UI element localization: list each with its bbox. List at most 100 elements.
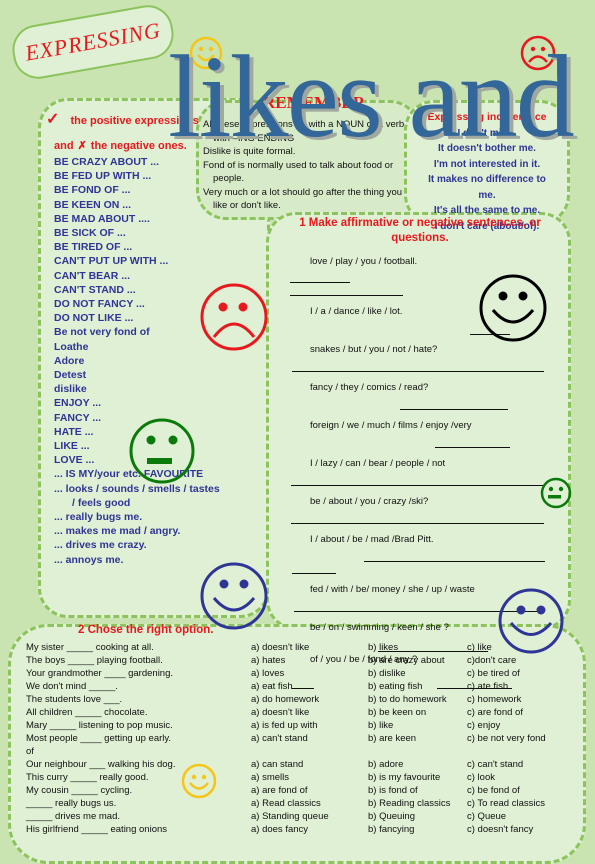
negative-heading: and ✗ the negative ones.: [54, 139, 187, 152]
option-c[interactable]: c) doesn't fancy: [467, 824, 533, 835]
option-a[interactable]: a) can stand: [251, 759, 303, 770]
ex1-item: snakes / but / you / not / hate?: [310, 344, 438, 355]
option-c[interactable]: c) look: [467, 772, 495, 783]
option-c[interactable]: c) To read classics: [467, 798, 545, 809]
option-b[interactable]: b) adore: [368, 759, 403, 770]
option-b[interactable]: b) is fond of: [368, 785, 418, 796]
indifference-line: It makes no difference to: [428, 174, 546, 185]
expression-item: ... makes me mad / angry.: [54, 525, 181, 538]
expression-item: BE FED UP WITH ...: [54, 170, 152, 183]
check-icon: ✓: [46, 111, 60, 128]
option-c[interactable]: c) homework: [467, 694, 521, 705]
option-b[interactable]: b) to do homework: [368, 694, 447, 705]
remember-line: Very much or a lot should go after the t…: [203, 186, 403, 198]
expression-list: BE CRAZY ABOUT ... BE FED UP WITH ... BE F…: [54, 155, 220, 567]
expression-item: BE SICK OF ...: [54, 227, 126, 240]
ex1-item: fed / with / be/ money / she / up / wast…: [310, 584, 475, 595]
question-text: _____ really bugs us.: [26, 798, 117, 809]
option-b[interactable]: b) be keen on: [368, 707, 426, 718]
answer-line[interactable]: [435, 447, 510, 448]
question-text: We don't mind _____.: [26, 681, 118, 692]
ex1-item: I / lazy / can / bear / people / not: [310, 458, 446, 469]
question-text: Mary _____ listening to pop music.: [26, 720, 173, 731]
strike-line: [378, 651, 488, 652]
option-a[interactable]: a) doesn't like: [251, 707, 309, 718]
expression-item: Loathe: [54, 340, 89, 353]
option-a[interactable]: a) are fond of: [251, 785, 308, 796]
question-text: My cousin _____ cycling.: [26, 785, 133, 796]
remember-line: like or don't like.: [213, 200, 281, 211]
big-title: likes and: [168, 31, 575, 162]
remember-line: people.: [213, 173, 245, 184]
expression-item: DO NOT LIKE ...: [54, 312, 134, 325]
option-a[interactable]: a) is fed up with: [251, 720, 318, 731]
option-b[interactable]: b) fancying: [368, 824, 414, 835]
ex1-item: be / about / you / crazy /ski?: [310, 496, 429, 507]
option-b[interactable]: b) is my favourite: [368, 772, 440, 783]
option-c[interactable]: c) be fond of: [467, 785, 520, 796]
question-text: _____ drives me mad.: [26, 811, 120, 822]
option-a[interactable]: a) eat fish: [251, 681, 293, 692]
expression-item: CAN'T STAND ...: [54, 283, 136, 296]
option-c[interactable]: c) can't stand: [467, 759, 523, 770]
exercise2-heading: 2 Chose the right option.: [78, 624, 214, 636]
question-text: Our neighbour ___ walking his dog.: [26, 759, 176, 770]
option-c[interactable]: c) be not very fond: [467, 733, 546, 744]
option-a[interactable]: a) do homework: [251, 694, 319, 705]
option-a[interactable]: a) Standing queue: [251, 811, 329, 822]
question-text: His girlfriend _____ eating onions: [26, 824, 168, 835]
black-smiley-icon: [479, 274, 547, 342]
expression-item: ... really bugs me.: [54, 511, 143, 524]
answer-line[interactable]: [400, 409, 508, 410]
question-text: Your grandmother ____ gardening.: [26, 668, 174, 679]
option-b[interactable]: b) like: [368, 720, 393, 731]
option-a[interactable]: a) doesn't like: [251, 642, 309, 653]
question-text: Most people ____ getting up early.: [26, 733, 172, 744]
yellow-smiley-bottom-icon: [181, 763, 217, 799]
option-c[interactable]: c) enjoy: [467, 720, 500, 731]
title-pill: EXPRESSING: [8, 1, 178, 83]
option-b[interactable]: b) Reading classics: [368, 798, 450, 809]
expression-item: BE KEEN ON ...: [54, 198, 132, 211]
cross-icon: ✗: [77, 140, 87, 152]
option-b[interactable]: b) are keen: [368, 733, 416, 744]
option-a[interactable]: a) does fancy: [251, 824, 308, 835]
option-c[interactable]: c) Queue: [467, 811, 506, 822]
expression-item: ... annoys me.: [54, 553, 124, 566]
question-text: All children _____ chocolate.: [26, 707, 148, 718]
expression-item: DO NOT FANCY ...: [54, 298, 145, 311]
answer-line[interactable]: [290, 295, 403, 296]
option-a[interactable]: a) smells: [251, 772, 289, 783]
option-b[interactable]: b) dislike: [368, 668, 406, 679]
answer-line[interactable]: [292, 573, 336, 574]
question-text: of: [26, 746, 34, 757]
option-a[interactable]: a) Read classics: [251, 798, 321, 809]
question-text: This curry _____ really good.: [26, 772, 149, 783]
negative-prefix: and: [54, 140, 74, 152]
option-c[interactable]: c)don't care: [467, 655, 516, 666]
answer-line[interactable]: [291, 523, 544, 524]
question-text: The students love ___.: [26, 694, 123, 705]
option-c[interactable]: c) ate fish: [467, 681, 508, 692]
option-b[interactable]: b) are crazy about: [368, 655, 445, 666]
option-c[interactable]: c) be tired of: [467, 668, 520, 679]
answer-line[interactable]: [292, 371, 544, 372]
expression-item: Detest: [54, 369, 87, 382]
expression-item: dislike: [54, 383, 87, 396]
answer-line[interactable]: [291, 485, 544, 486]
option-b[interactable]: b) Queuing: [368, 811, 415, 822]
blue-smiley-right-icon: [498, 588, 564, 654]
question-text: My sister _____ cooking at all.: [26, 642, 154, 653]
answer-line[interactable]: [364, 561, 545, 562]
ex1-item: love / play / you / football.: [310, 256, 418, 267]
option-c[interactable]: c) are fond of: [467, 707, 523, 718]
blue-smiley-icon: [200, 562, 268, 630]
expression-item: ... drives me crazy.: [54, 539, 147, 552]
option-a[interactable]: a) loves: [251, 668, 284, 679]
expression-item: CAN'T PUT UP WITH ...: [54, 255, 169, 268]
option-b[interactable]: b) eating fish: [368, 681, 422, 692]
option-a[interactable]: a) can't stand: [251, 733, 308, 744]
answer-line[interactable]: [290, 282, 350, 283]
ex1-item: fancy / they / comics / read?: [310, 382, 429, 393]
option-a[interactable]: a) hates: [251, 655, 285, 666]
